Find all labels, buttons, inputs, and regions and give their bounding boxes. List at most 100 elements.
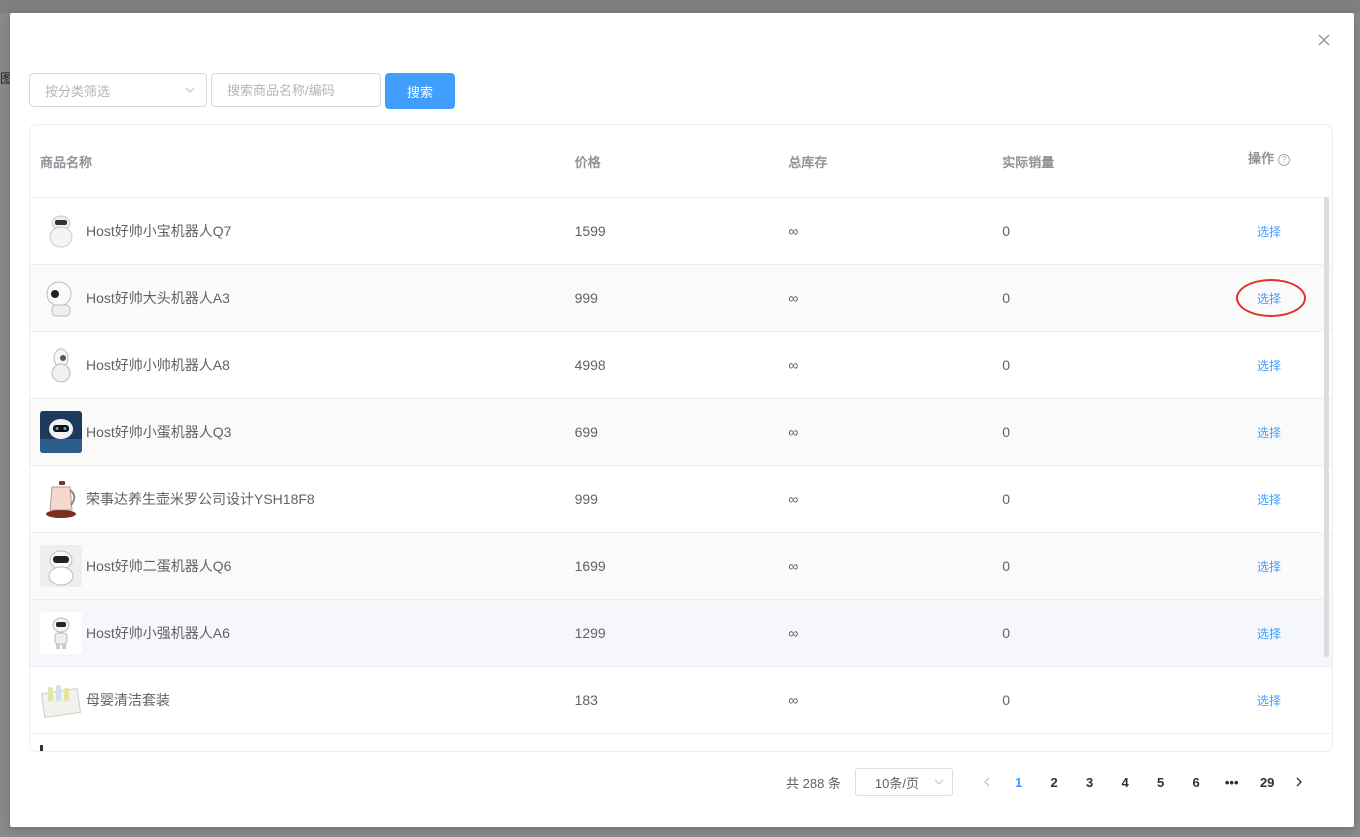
partial-thumbnail (40, 745, 43, 751)
search-input[interactable] (211, 73, 381, 107)
table-row: 母婴清洁套装 183 ∞ 0 选择 (30, 667, 1332, 734)
select-link[interactable]: 选择 (1257, 357, 1281, 374)
page-number[interactable]: 4 (1107, 775, 1143, 790)
product-sales: 0 (1002, 223, 1011, 239)
product-name-cell: Host好帅二蛋机器人Q6 (30, 545, 565, 587)
product-thumbnail (40, 411, 82, 453)
help-icon[interactable]: ? (1278, 153, 1291, 166)
product-name-cell: 母婴清洁套装 (30, 679, 565, 721)
close-icon[interactable] (1316, 32, 1332, 48)
page-number[interactable]: 2 (1036, 775, 1072, 790)
product-name: Host好帅大头机器人A3 (86, 290, 230, 306)
product-sales: 0 (1002, 290, 1011, 306)
product-stock: ∞ (788, 692, 799, 708)
product-thumbnail (40, 277, 82, 319)
product-name-cell: Host好帅小蛋机器人Q3 (30, 411, 565, 453)
bighead-robot-icon (46, 281, 72, 317)
product-name: Host好帅小宝机器人Q7 (86, 223, 232, 239)
table-row: Host好帅大头机器人A3 999 ∞ 0 选择 (30, 265, 1332, 332)
product-name: 母婴清洁套装 (86, 692, 170, 708)
header-name: 商品名称 (40, 154, 93, 170)
select-link[interactable]: 选择 (1257, 223, 1281, 240)
page-size-value: 10条/页 (874, 775, 919, 791)
select-link[interactable]: 选择 (1257, 491, 1281, 508)
chevron-down-icon (934, 779, 944, 785)
category-select-placeholder: 按分类筛选 (45, 83, 111, 99)
product-stock: ∞ (788, 625, 799, 641)
product-price: 183 (574, 692, 598, 708)
product-name: Host好帅小蛋机器人Q3 (86, 424, 232, 440)
baby-set-icon (40, 685, 82, 718)
table-header: 商品名称 价格 总库存 实际销量 操作? (30, 125, 1332, 198)
select-link[interactable]: 选择 (1257, 625, 1281, 642)
table-row: Host好帅小强机器人A6 1299 ∞ 0 选择 (30, 600, 1332, 667)
product-sales: 0 (1002, 491, 1011, 507)
table-row: Host好帅小蛋机器人Q3 699 ∞ 0 选择 (30, 399, 1332, 466)
product-sales: 0 (1002, 558, 1011, 574)
next-page-icon[interactable] (1285, 774, 1313, 790)
chevron-down-icon (185, 87, 195, 93)
total-count: 共 288 条 (786, 775, 841, 791)
product-price: 999 (574, 290, 598, 306)
product-stock: ∞ (788, 424, 799, 440)
product-name: Host好帅二蛋机器人Q6 (86, 558, 232, 574)
egg-robot-icon (51, 348, 71, 383)
product-price: 1299 (574, 625, 606, 641)
product-thumbnail (40, 344, 82, 386)
page-number[interactable]: 6 (1178, 775, 1214, 790)
product-sales: 0 (1002, 357, 1011, 373)
product-thumbnail (40, 679, 82, 721)
table-row: Host好帅小宝机器人Q7 1599 ∞ 0 选择 (30, 198, 1332, 265)
product-sales: 0 (1002, 625, 1011, 641)
product-thumbnail (40, 612, 82, 654)
product-price: 1699 (574, 558, 606, 574)
select-link[interactable]: 选择 (1257, 558, 1281, 575)
product-thumbnail (40, 545, 82, 587)
product-name-cell: Host好帅大头机器人A3 (30, 277, 565, 319)
product-name-cell: Host好帅小强机器人A6 (30, 612, 565, 654)
product-name: Host好帅小强机器人A6 (86, 625, 230, 641)
round-robot-icon (48, 550, 74, 586)
page-ellipsis[interactable]: ••• (1214, 775, 1250, 790)
table-row: Host好帅二蛋机器人Q6 1699 ∞ 0 选择 (30, 533, 1332, 600)
product-sales: 0 (1002, 692, 1011, 708)
pagination: 共 288 条 10条/页 1 2 3 4 5 6 ••• 29 (786, 768, 1313, 796)
product-thumbnail (40, 478, 82, 520)
table-row: 荣事达养生壶米罗公司设计YSH18F8 999 ∞ 0 选择 (30, 466, 1332, 533)
page-number[interactable]: 29 (1249, 775, 1285, 790)
dark-robot-icon (40, 411, 82, 453)
select-link[interactable]: 选择 (1257, 424, 1281, 441)
prev-page-icon[interactable] (973, 774, 1001, 790)
product-sales: 0 (1002, 424, 1011, 440)
product-name-cell: 荣事达养生壶米罗公司设计YSH18F8 (30, 478, 565, 520)
product-select-dialog: 按分类筛选 搜索 商品名称 价格 总库存 实际销量 操作? (10, 13, 1354, 827)
kettle-icon (46, 481, 76, 518)
product-price: 4998 (574, 357, 606, 373)
product-stock: ∞ (788, 491, 799, 507)
table-scrollbar[interactable] (1324, 197, 1329, 657)
product-name: 荣事达养生壶米罗公司设计YSH18F8 (86, 491, 315, 507)
product-stock: ∞ (788, 290, 799, 306)
header-op-label: 操作 (1248, 150, 1275, 166)
product-table: 商品名称 价格 总库存 实际销量 操作? Host好帅小宝机器人Q7 1599 … (29, 124, 1333, 752)
search-button[interactable]: 搜索 (385, 73, 455, 109)
product-name-cell: Host好帅小帅机器人A8 (30, 344, 565, 386)
category-select[interactable]: 按分类筛选 (29, 73, 207, 107)
product-price: 1599 (574, 223, 606, 239)
white-robot-icon (49, 215, 73, 248)
background-overlay (0, 0, 1360, 13)
product-name: Host好帅小帅机器人A8 (86, 357, 230, 373)
header-op: 操作? (1206, 148, 1332, 167)
page-number[interactable]: 3 (1072, 775, 1108, 790)
select-link[interactable]: 选择 (1236, 278, 1307, 317)
select-link[interactable]: 选择 (1257, 692, 1281, 709)
page-size-select[interactable]: 10条/页 (854, 768, 953, 796)
table-row: Host好帅小帅机器人A8 4998 ∞ 0 选择 (30, 332, 1332, 399)
product-stock: ∞ (788, 223, 799, 239)
page-number[interactable]: 1 (1001, 775, 1037, 790)
product-thumbnail (40, 210, 82, 252)
table-row-partial (30, 734, 1332, 751)
page-number[interactable]: 5 (1143, 775, 1179, 790)
header-sales: 实际销量 (1002, 154, 1055, 170)
product-stock: ∞ (788, 357, 799, 373)
